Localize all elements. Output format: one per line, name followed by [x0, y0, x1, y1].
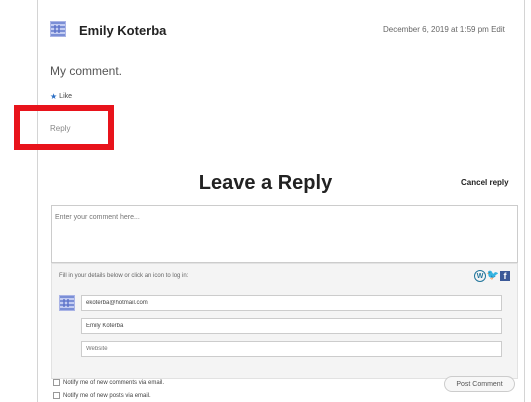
notify-posts-label: Notify me of new posts via email. [63, 392, 151, 399]
twitter-icon[interactable]: 🐦 [487, 270, 499, 282]
post-comment-button[interactable]: Post Comment [444, 376, 515, 392]
notify-comments-row[interactable]: Notify me of new comments via email. [53, 379, 164, 386]
comment-date[interactable]: December 6, 2019 at 1:59 pm Edit [383, 25, 505, 34]
comment-author-avatar[interactable] [50, 21, 66, 37]
like-button[interactable]: ★ Like [50, 92, 72, 101]
notify-posts-checkbox[interactable] [53, 392, 60, 399]
star-icon: ★ [50, 92, 58, 101]
comment-body: My comment. [50, 64, 123, 78]
like-label: Like [59, 93, 73, 100]
wordpress-icon[interactable]: W [474, 270, 486, 282]
commenter-avatar [59, 295, 75, 311]
content-right-border [524, 0, 525, 402]
cancel-reply-link[interactable]: Cancel reply [461, 178, 509, 187]
email-field[interactable] [81, 295, 502, 311]
content-left-border [37, 0, 38, 402]
login-hint-text: Fill in your details below or click an i… [59, 273, 189, 279]
reply-highlight-box [14, 105, 114, 150]
notify-posts-row[interactable]: Notify me of new posts via email. [53, 392, 151, 399]
website-field[interactable] [81, 341, 502, 357]
leave-reply-heading: Leave a Reply [198, 172, 333, 194]
notify-comments-label: Notify me of new comments via email. [63, 379, 165, 386]
facebook-icon[interactable]: f [500, 271, 510, 281]
notify-comments-checkbox[interactable] [53, 379, 60, 386]
comment-textarea[interactable] [51, 205, 518, 263]
name-field[interactable] [81, 318, 502, 334]
comment-author-name[interactable]: Emily Koterba [79, 23, 166, 38]
